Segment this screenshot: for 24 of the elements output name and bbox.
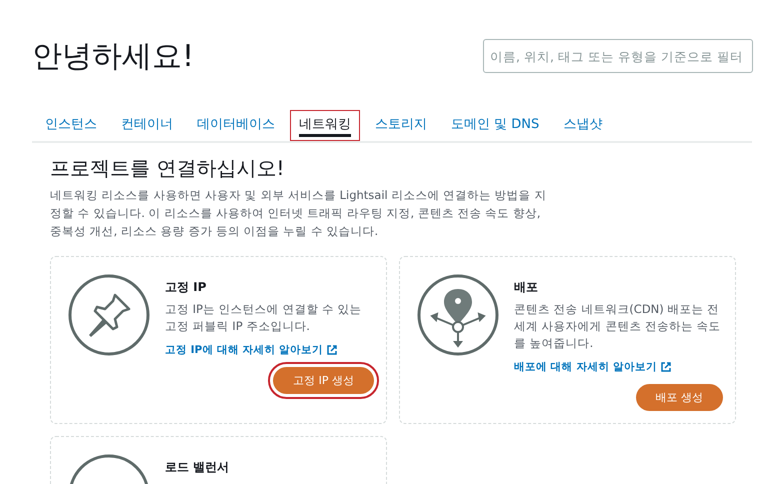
- map-pin-icon: [416, 273, 500, 357]
- tab[interactable]: 컨테이너: [112, 110, 182, 141]
- tab[interactable]: 네트워킹: [290, 110, 360, 141]
- section-title: 프로젝트를 연결하십시오!: [50, 155, 286, 182]
- tab[interactable]: 데이터베이스: [188, 110, 284, 141]
- card-title: 배포: [514, 279, 539, 296]
- external-link-icon: [660, 362, 671, 372]
- card-title: 고정 IP: [165, 279, 208, 296]
- page-title: 안녕하세요!: [32, 38, 194, 76]
- external-link-icon: [327, 345, 338, 355]
- card-title: 로드 밸런서: [165, 459, 230, 476]
- create-button[interactable]: 고정 IP 생성: [273, 367, 374, 394]
- tab[interactable]: 인스턴스: [36, 110, 106, 141]
- pushpin-icon: [67, 273, 151, 357]
- learn-more-link[interactable]: 배포에 대해 자세히 알아보기: [514, 360, 671, 374]
- learn-more-link[interactable]: 고정 IP에 대해 자세히 알아보기: [165, 343, 338, 357]
- search-field[interactable]: 이름, 위치, 태그 또는 유형을 기준으로 필터: [483, 39, 753, 73]
- tab[interactable]: 스토리지: [366, 110, 436, 141]
- card-description: 고정 IP는 인스턴스에 연결할 수 있는 고정 퍼블릭 IP 주소입니다.: [165, 301, 363, 335]
- tab[interactable]: 스냅샷: [554, 110, 612, 141]
- create-button[interactable]: 배포 생성: [636, 384, 723, 411]
- tab[interactable]: 도메인 및 DNS: [442, 110, 548, 141]
- section-description: 네트워킹 리소스를 사용하면 사용자 및 외부 서비스를 Lightsail 리소스에 연결하는 방법을 지정할 수 있습니다. 이 리소스를 사용하여 인터넷 트래픽 라우팅 지정, 콘텐츠 전송 속도 향상, 중복성 개선, 리소스 용량 증가 등의 이점을 누릴 수 있습니다.: [50, 187, 548, 240]
- card-description: 콘텐츠 전송 네트워크(CDN) 배포는 전 세계 사용자에게 콘텐츠 전송하는 속도를 높여줍니다.: [514, 301, 722, 352]
